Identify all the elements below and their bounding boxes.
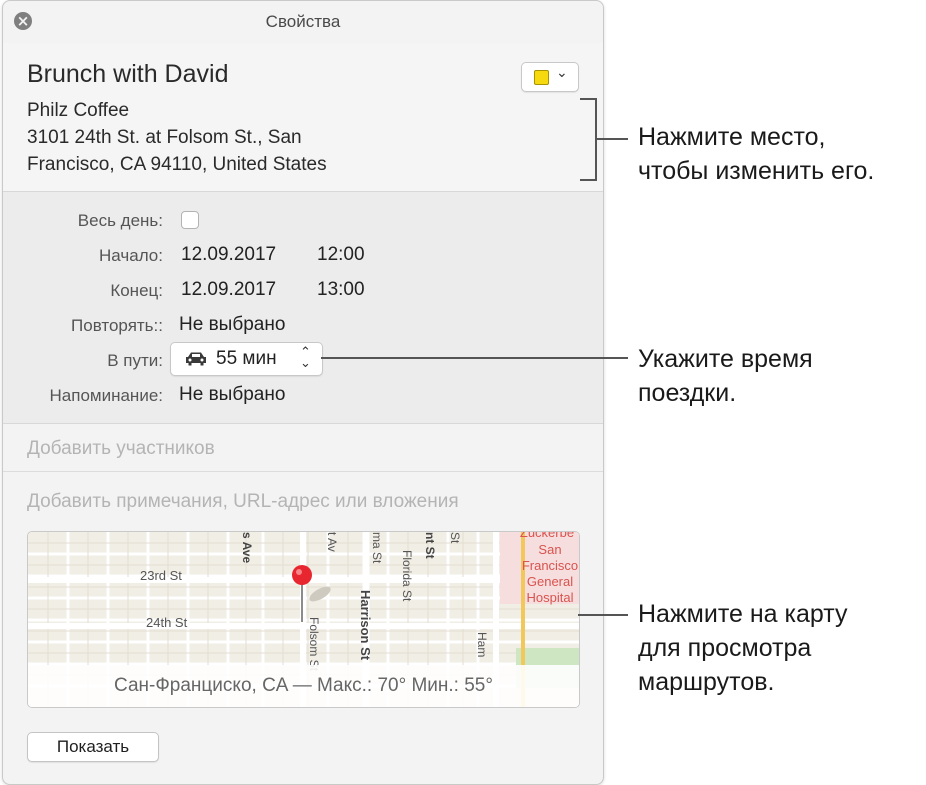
alert-label: Напоминание: (49, 386, 163, 405)
add-notes-field[interactable]: Добавить примечания, URL-адрес или вложе… (27, 491, 459, 513)
chevron-down-icon: ⌄ (556, 65, 568, 81)
callout-map-text: Нажмите на карту для просмотра маршрутов… (638, 597, 848, 699)
callout-location-line-1: Нажмите место, (638, 123, 826, 151)
show-button[interactable]: Показать (27, 732, 159, 762)
callout-bracket-bottom (580, 179, 596, 181)
callout-line-map (578, 614, 628, 616)
event-title[interactable]: Brunch with David (27, 60, 228, 89)
map-label-harrison-st: Harrison St (358, 590, 373, 661)
map-label-ma-st: ma St (370, 532, 384, 564)
map-label-hospital-4: General (527, 574, 573, 589)
callout-travel-line-2: поездки. (638, 379, 737, 407)
map-label-hospital-2: San (538, 542, 561, 557)
add-invitees-field[interactable]: Добавить участников (27, 438, 215, 460)
callout-travel-text: Укажите время поездки. (638, 342, 813, 410)
travel-label: В пути: (107, 351, 163, 370)
callout-map-line-1: Нажмите на карту (638, 600, 848, 628)
event-details: Весь день: Начало: 12.09.2017 12:00 Коне… (3, 192, 603, 424)
map-weather-caption: Сан-Франциско, CA — Макс.: 70° Мин.: 55° (28, 665, 579, 707)
car-icon (186, 352, 206, 366)
up-down-chevron-icon: ⌃ ⌄ (300, 345, 311, 371)
callout-location-line-2: чтобы изменить его. (638, 157, 875, 185)
map-label-ham: Ham (475, 632, 489, 657)
map-label-hospital-3: Francisco (522, 558, 578, 573)
calendar-color-swatch (534, 70, 549, 85)
map-label-st: St (448, 532, 462, 544)
map-label-folsom-st: Folsom St (307, 617, 321, 672)
travel-time-value: 55 мин (216, 348, 277, 369)
location-name[interactable]: Philz Coffee (27, 100, 129, 122)
repeat-value[interactable]: Не выбрано (179, 314, 285, 336)
end-date[interactable]: 12.09.2017 (181, 279, 276, 301)
repeat-label: Повторять:: (71, 316, 163, 335)
event-inspector-window: × Свойства Brunch with David ⌄ Philz Cof… (2, 0, 604, 785)
title-bar: × Свойства (3, 1, 603, 43)
callout-bracket-top (580, 98, 596, 100)
start-time[interactable]: 12:00 (317, 244, 365, 266)
map-label-s-ave: s Ave (240, 532, 254, 563)
map-label-hospital-5: Hospital (527, 590, 574, 605)
map-label-nt-st: nt St (423, 532, 437, 559)
divider (3, 471, 603, 472)
event-header: Brunch with David ⌄ Philz Coffee 3101 24… (3, 43, 603, 192)
map-label-hospital-1: Zuckerbe (520, 532, 574, 540)
callout-travel-line-1: Укажите время (638, 345, 813, 373)
all-day-label: Весь день: (77, 211, 163, 230)
callout-location-text: Нажмите место, чтобы изменить его. (638, 120, 874, 188)
map-label-23rd-st: 23rd St (140, 568, 182, 583)
start-date[interactable]: 12.09.2017 (181, 244, 276, 266)
calendar-color-button[interactable]: ⌄ (521, 62, 579, 92)
callout-map-line-3: маршрутов. (638, 668, 775, 696)
callout-line-travel (321, 357, 628, 359)
location-address-line-1[interactable]: 3101 24th St. at Folsom St., San (27, 127, 302, 149)
alert-value[interactable]: Не выбрано (179, 384, 285, 406)
location-map[interactable]: 23rd St 24th St Folsom St Harrison St Fl… (27, 531, 580, 708)
window-title: Свойства (265, 12, 341, 31)
callout-map-line-2: для просмотра (638, 634, 812, 662)
start-label: Начало: (99, 246, 163, 265)
end-time[interactable]: 13:00 (317, 279, 365, 301)
map-label-24th-st: 24th St (146, 615, 188, 630)
all-day-checkbox[interactable] (181, 211, 199, 229)
map-label-t-av: t Av (325, 532, 339, 552)
location-address-line-2[interactable]: Francisco, CA 94110, United States (27, 154, 327, 176)
map-label-florida-st: Florida St (400, 550, 414, 602)
travel-time-popup[interactable]: 55 мин ⌃ ⌄ (170, 342, 323, 376)
end-label: Конец: (110, 281, 163, 300)
callout-line-location (596, 138, 628, 140)
